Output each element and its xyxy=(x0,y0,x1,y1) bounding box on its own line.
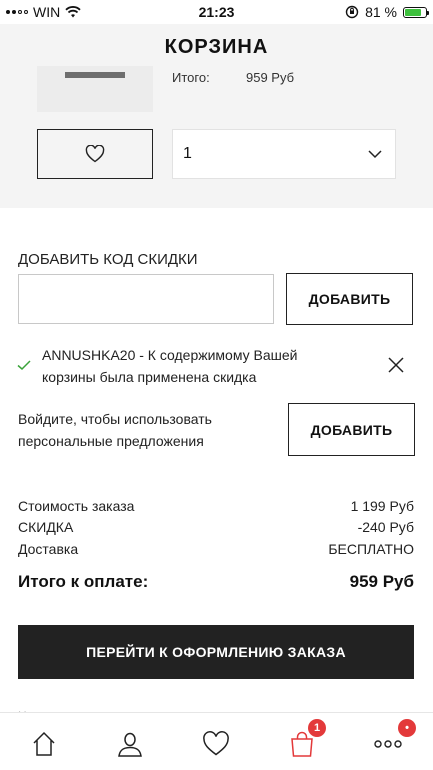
login-offer-text: Войдите, чтобы использовать персональные… xyxy=(18,411,212,449)
battery-icon xyxy=(403,6,429,18)
discount-applied-message: ANNUSHKA20 - К содержимому Вашей корзины… xyxy=(42,347,298,385)
user-icon xyxy=(118,732,142,757)
quantity-value: 1 xyxy=(183,145,192,162)
close-icon[interactable] xyxy=(387,356,405,374)
status-right: 81 % xyxy=(345,4,429,20)
item-total-label: Итого: xyxy=(172,70,210,85)
more-badge: • xyxy=(398,719,416,737)
tab-favorites[interactable] xyxy=(198,727,234,761)
summary-label: Стоимость заказа xyxy=(18,498,135,514)
add-discount-button[interactable]: ДОБАВИТЬ xyxy=(286,273,413,325)
checkout-button[interactable]: ПЕРЕЙТИ К ОФОРМЛЕНИЮ ЗАКАЗА xyxy=(18,625,414,679)
tab-cart[interactable]: 1 xyxy=(284,719,326,761)
discount-code-input[interactable] xyxy=(18,274,274,324)
summary-row-delivery: Доставка БЕСПЛАТНО xyxy=(18,541,414,557)
battery-fill xyxy=(405,8,422,16)
tab-more[interactable]: • xyxy=(370,719,416,761)
product-image-detail xyxy=(65,72,125,78)
summary-row-discount: СКИДКА -240 Руб xyxy=(18,519,414,535)
battery-percent: 81 % xyxy=(365,4,397,20)
summary-value: 1 199 Руб xyxy=(350,498,414,514)
bottom-tab-bar: 1 • xyxy=(0,712,433,770)
quantity-select[interactable]: 1 xyxy=(172,129,396,179)
more-icon xyxy=(374,740,402,748)
discount-heading: ДОБАВИТЬ КОД СКИДКИ xyxy=(18,251,198,268)
home-icon xyxy=(33,731,55,756)
total-value: 959 Руб xyxy=(349,572,414,591)
summary-row-order-cost: Стоимость заказа 1 199 Руб xyxy=(18,498,414,514)
summary-label: СКИДКА xyxy=(18,519,74,535)
status-bar: WIN 21:23 81 % xyxy=(0,0,433,24)
page-title: КОРЗИНА xyxy=(164,36,269,58)
cart-badge: 1 xyxy=(308,719,326,737)
chevron-down-icon xyxy=(368,150,382,159)
heart-icon xyxy=(203,731,229,756)
total-label: Итого к оплате: xyxy=(18,572,149,591)
page-header: КОРЗИНА xyxy=(0,24,433,66)
summary-value: -240 Руб xyxy=(357,519,414,535)
heart-icon xyxy=(85,145,105,163)
item-total-value: 959 Руб xyxy=(246,70,295,85)
summary-total-row: Итого к оплате: 959 Руб xyxy=(18,572,414,592)
check-icon xyxy=(17,360,31,371)
rotation-lock-icon xyxy=(345,5,359,19)
login-add-button[interactable]: ДОБАВИТЬ xyxy=(288,403,415,456)
tab-account[interactable] xyxy=(112,727,148,761)
summary-label: Доставка xyxy=(18,541,79,557)
tab-home[interactable] xyxy=(26,727,62,761)
favorite-button[interactable] xyxy=(37,129,153,179)
summary-value: БЕСПЛАТНО xyxy=(328,541,414,557)
